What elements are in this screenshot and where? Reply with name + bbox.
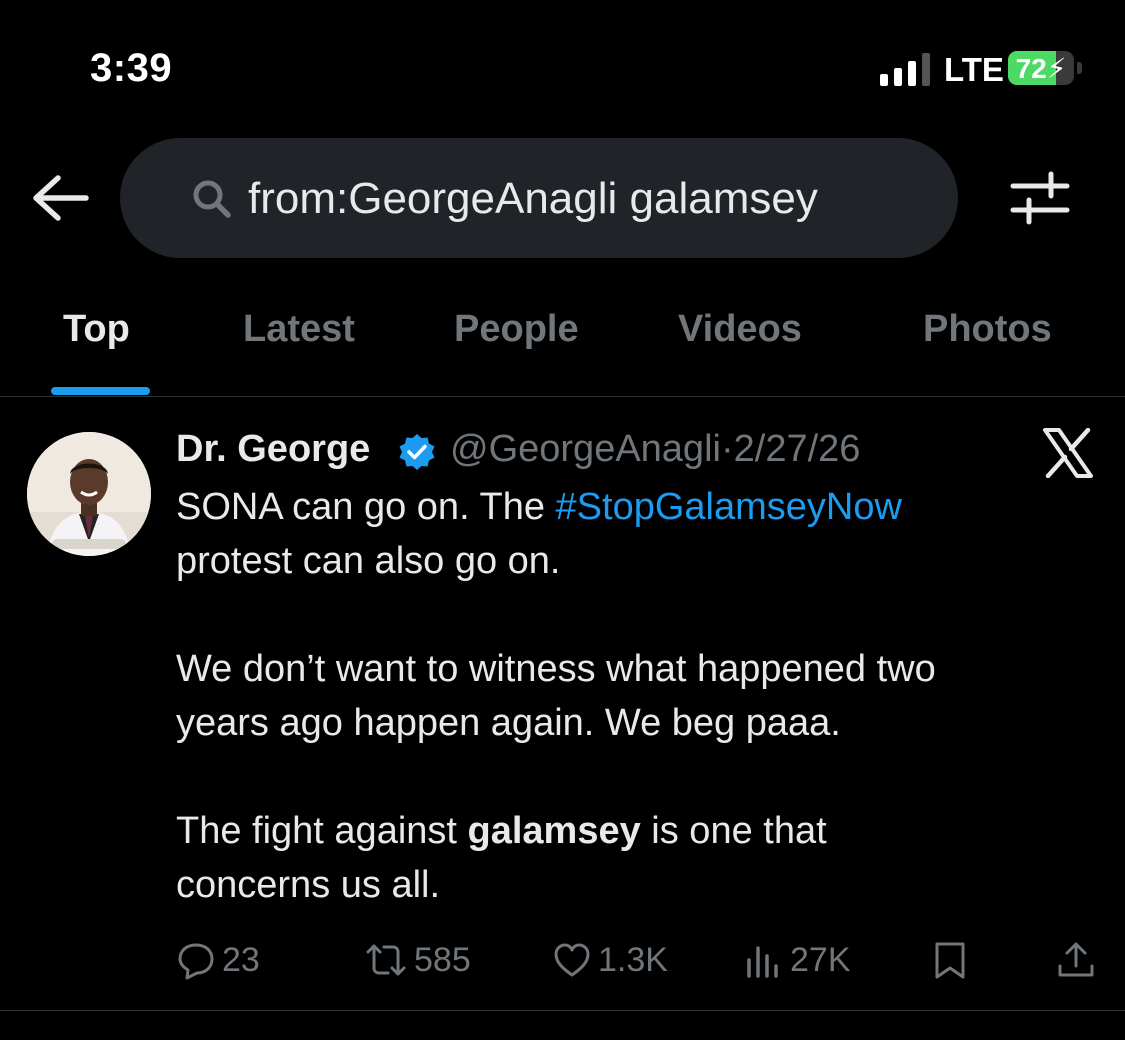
like-count: 1.3K — [598, 940, 668, 979]
meta-separator: · — [720, 428, 734, 470]
verified-badge-icon — [398, 433, 436, 471]
arrow-left-icon — [33, 175, 89, 221]
network-type: LTE — [944, 51, 1004, 88]
x-logo-icon — [1042, 427, 1094, 479]
active-tab-indicator — [51, 387, 150, 395]
reply-button[interactable]: 23 — [176, 936, 260, 984]
back-button[interactable] — [28, 170, 90, 226]
tab-latest[interactable]: Latest — [243, 308, 355, 351]
battery-level: 72⚡ — [1015, 53, 1067, 84]
tab-top[interactable]: Top — [63, 308, 130, 351]
search-filter-button[interactable] — [1005, 170, 1075, 226]
bookmark-button[interactable] — [930, 936, 976, 984]
signal-strength-icon — [880, 52, 936, 86]
hashtag-link[interactable]: #StopGalamseyNow — [556, 486, 902, 528]
status-time: 3:39 — [90, 46, 173, 90]
tweet-date[interactable]: 2/27/26 — [734, 428, 861, 470]
battery-cap — [1077, 62, 1082, 74]
highlighted-term: galamsey — [467, 810, 641, 852]
search-query[interactable]: from:GeorgeAnagli galamsey — [248, 174, 818, 224]
tweet-divider — [0, 1010, 1125, 1011]
tab-photos[interactable]: Photos — [923, 308, 1052, 351]
tweet-text-line: The fight against galamsey is one that — [176, 810, 827, 852]
views-chart-icon — [747, 946, 778, 978]
tweet-text-line: years ago happen again. We beg paaa. — [176, 702, 841, 744]
reply-icon — [178, 943, 214, 980]
tweet-text-line: protest can also go on. — [176, 540, 561, 582]
views-count: 27K — [790, 940, 851, 979]
repost-icon — [366, 944, 406, 976]
repost-button[interactable]: 585 — [364, 936, 471, 984]
tweet-text-line: concerns us all. — [176, 864, 441, 906]
tweet-text-line: SONA can go on. The #StopGalamseyNow — [176, 486, 902, 528]
tab-people[interactable]: People — [454, 308, 579, 351]
sliders-icon — [1010, 171, 1070, 225]
author-name[interactable]: Dr. George — [176, 428, 370, 471]
magnifier-icon — [190, 177, 234, 221]
repost-count: 585 — [414, 940, 471, 979]
tab-videos[interactable]: Videos — [678, 308, 802, 351]
tweet-text-line: We don’t want to witness what happened t… — [176, 648, 936, 690]
like-button[interactable]: 1.3K — [552, 936, 668, 984]
share-icon — [1058, 942, 1094, 977]
heart-icon — [554, 943, 590, 977]
battery-indicator: 72⚡ — [1008, 51, 1074, 85]
tabs-divider — [0, 396, 1125, 397]
author-handle[interactable]: @GeorgeAnagli — [450, 428, 721, 470]
author-meta: @GeorgeAnagli·2/27/26 — [450, 428, 860, 471]
reply-count: 23 — [222, 940, 260, 979]
avatar[interactable] — [27, 432, 151, 556]
share-button[interactable] — [1056, 936, 1102, 984]
views-button[interactable]: 27K — [744, 936, 851, 984]
bookmark-icon — [935, 942, 965, 979]
charging-bolt-icon: ⚡ — [1046, 53, 1067, 84]
